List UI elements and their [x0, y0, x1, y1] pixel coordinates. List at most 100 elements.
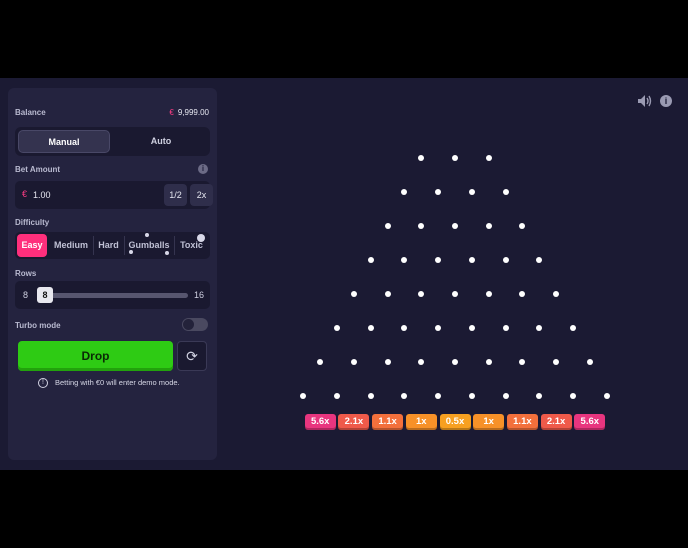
peg	[384, 359, 391, 365]
peg	[502, 257, 509, 263]
peg	[485, 291, 492, 297]
peg	[452, 291, 458, 297]
peg	[418, 155, 425, 161]
gumball-icon	[145, 233, 149, 237]
peg	[435, 257, 442, 263]
peg	[569, 325, 576, 331]
peg	[334, 325, 341, 331]
peg	[452, 223, 458, 229]
bet-half-button[interactable]: 1/2	[164, 184, 187, 206]
bet-amount-label: Bet Amount	[15, 165, 61, 174]
peg	[468, 189, 475, 195]
peg	[485, 359, 492, 365]
difficulty-hard[interactable]: Hard	[94, 234, 123, 257]
peg	[519, 359, 526, 365]
peg	[401, 257, 408, 263]
info-icon[interactable]: i	[198, 164, 208, 174]
multiplier-bucket: 5.6x	[304, 414, 336, 430]
multiplier-bucket: 2.1x	[338, 414, 370, 430]
peg	[401, 393, 408, 399]
peg	[418, 223, 425, 229]
bet-amount-field: € 1/2 2x	[15, 181, 213, 209]
peg	[586, 359, 593, 365]
peg	[317, 359, 324, 365]
difficulty-gumballs[interactable]: Gumballs	[125, 233, 173, 257]
balance-value: €9,999.00	[169, 108, 209, 117]
peg	[300, 393, 307, 399]
peg	[485, 223, 492, 229]
bet-currency: €	[22, 189, 28, 199]
peg	[401, 325, 408, 331]
peg	[452, 359, 458, 365]
peg	[553, 359, 560, 365]
rows-slider-box: 8 8 16	[15, 281, 210, 309]
rows-slider-track[interactable]	[43, 293, 188, 298]
peg	[418, 359, 425, 365]
peg	[485, 155, 492, 161]
multiplier-bucket: 0.5x	[439, 414, 471, 430]
multiplier-bucket: 1x	[405, 414, 437, 430]
difficulty-toxic[interactable]: Toxic	[175, 234, 208, 257]
difficulty-label: Difficulty	[15, 218, 50, 227]
peg	[418, 291, 425, 297]
gumball-icon	[165, 251, 169, 255]
game-stage: Balance €9,999.00 Manual Auto Bet Amount…	[0, 78, 688, 470]
mode-toggle: Manual Auto	[15, 127, 210, 156]
balance-currency: €	[169, 108, 174, 117]
bet-double-button[interactable]: 2x	[190, 184, 213, 206]
difficulty-easy[interactable]: Easy	[17, 234, 47, 257]
peg	[468, 325, 475, 331]
peg	[367, 393, 374, 399]
peg	[502, 393, 509, 399]
info-icon: !	[38, 378, 48, 388]
turbo-toggle-knob	[183, 319, 194, 330]
plinko-board: 5.6x 2.1x 1.1x 1x 0.5x 1x 1.1x 2.1x 5.6x	[216, 78, 688, 470]
multiplier-bucket: 2.1x	[540, 414, 572, 430]
peg	[350, 359, 357, 365]
peg	[401, 189, 408, 195]
multiplier-bucket: 5.6x	[574, 414, 606, 430]
peg	[334, 393, 341, 399]
balance-label: Balance	[15, 108, 46, 117]
peg	[536, 325, 543, 331]
peg	[350, 291, 357, 297]
multiplier-bucket: 1x	[473, 414, 505, 430]
peg	[452, 155, 458, 161]
difficulty-medium[interactable]: Medium	[49, 234, 93, 257]
peg	[367, 325, 374, 331]
peg	[536, 257, 543, 263]
peg	[468, 393, 475, 399]
rows-min: 8	[23, 290, 29, 300]
peg	[553, 291, 560, 297]
volume-icon[interactable]	[638, 95, 652, 107]
refresh-icon[interactable]: ⟳	[177, 341, 207, 371]
help-icon[interactable]: i	[660, 95, 672, 107]
difficulty-gumballs-label: Gumballs	[128, 240, 170, 250]
gumball-icon	[129, 250, 133, 254]
peg	[519, 291, 526, 297]
peg	[468, 257, 475, 263]
tab-manual[interactable]: Manual	[18, 130, 110, 153]
rows-max: 16	[193, 290, 204, 300]
drop-button[interactable]: Drop	[18, 341, 173, 371]
balance-amount: 9,999.00	[177, 108, 209, 117]
peg	[502, 189, 509, 195]
difficulty-selector: Easy Medium Hard Gumballs Toxic	[15, 232, 210, 259]
turbo-toggle[interactable]	[182, 318, 208, 331]
control-panel: Balance €9,999.00 Manual Auto Bet Amount…	[8, 88, 217, 460]
peg	[603, 393, 610, 399]
peg	[435, 393, 442, 399]
multiplier-bucket: 1.1x	[506, 414, 538, 430]
peg	[519, 223, 526, 229]
bet-amount-input[interactable]	[33, 186, 153, 204]
tab-auto[interactable]: Auto	[115, 130, 207, 153]
peg	[569, 393, 576, 399]
skull-icon	[197, 234, 205, 242]
peg	[502, 325, 509, 331]
peg	[384, 223, 391, 229]
peg	[384, 291, 391, 297]
multiplier-bucket: 1.1x	[372, 414, 404, 430]
peg	[536, 393, 543, 399]
rows-label: Rows	[15, 269, 37, 278]
rows-slider-thumb[interactable]: 8	[37, 287, 53, 303]
